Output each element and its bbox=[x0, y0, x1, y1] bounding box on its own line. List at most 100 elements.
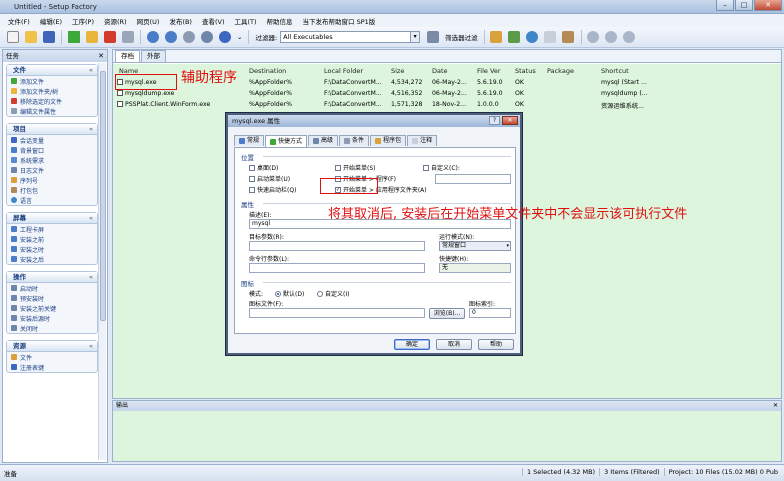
collapse-icon[interactable]: « bbox=[89, 341, 93, 352]
sidebar-item-screen-theme[interactable]: 工程卡屏 bbox=[7, 224, 97, 234]
sidebar-item-before-install[interactable]: 安装之前 bbox=[7, 234, 97, 244]
group-header[interactable]: 操作 « bbox=[7, 272, 97, 283]
sidebar-item-session-vars[interactable]: 会话变量 bbox=[7, 135, 97, 145]
run-mode-select[interactable]: 常规窗口 ▾ bbox=[439, 241, 511, 251]
target-args-field[interactable] bbox=[249, 241, 425, 251]
icon-file-field[interactable] bbox=[249, 308, 425, 318]
cmd-args-field[interactable] bbox=[249, 263, 425, 273]
menu-help[interactable]: 帮助信息 bbox=[263, 16, 297, 26]
undo-button[interactable] bbox=[144, 29, 161, 46]
tool-f-button[interactable] bbox=[585, 29, 602, 46]
checkbox-start-menu[interactable]: 开始菜单(S) bbox=[335, 163, 376, 172]
help-button[interactable] bbox=[216, 29, 233, 46]
menu-web[interactable]: 网页(U) bbox=[133, 16, 164, 26]
dialog-close-button[interactable]: ✕ bbox=[502, 116, 518, 125]
sidebar-item-requirements[interactable]: 系统需求 bbox=[7, 155, 97, 165]
sidebar-item-registry[interactable]: 注册表键 bbox=[7, 362, 97, 372]
sidebar-item-during-install[interactable]: 安装之时 bbox=[7, 244, 97, 254]
ok-button[interactable]: 确定 bbox=[394, 339, 430, 350]
col-local-folder[interactable]: Local Folder bbox=[324, 67, 363, 75]
tab-conditions[interactable]: 条件 bbox=[339, 135, 370, 146]
checkbox-quick-launch[interactable]: 快速启动栏(Q) bbox=[249, 185, 296, 194]
sidebar-item-log[interactable]: 日志文件 bbox=[7, 165, 97, 175]
filter-action[interactable]: 筛选器过滤 bbox=[445, 32, 478, 42]
sidebar-item-on-preinstall[interactable]: 预安装时 bbox=[7, 293, 97, 303]
radio-icon-custom[interactable]: 自定义(I) bbox=[317, 289, 349, 298]
redo-button[interactable] bbox=[162, 29, 179, 46]
save-project-button[interactable] bbox=[40, 29, 57, 46]
group-header[interactable]: 资源 « bbox=[7, 341, 97, 352]
close-icon[interactable]: ✕ bbox=[773, 401, 778, 411]
col-destination[interactable]: Destination bbox=[249, 67, 286, 75]
tab-archive[interactable]: 存档 bbox=[115, 50, 140, 62]
properties-button[interactable] bbox=[119, 29, 136, 46]
sidebar-item-remove-files[interactable]: 移除选定的文件 bbox=[7, 96, 97, 106]
sidebar-item-after-install[interactable]: 安装之后 bbox=[7, 254, 97, 264]
help-dialog-button[interactable]: 帮助 bbox=[478, 339, 514, 350]
menu-publish[interactable]: 发布(B) bbox=[165, 16, 196, 26]
add-folder-button[interactable] bbox=[83, 29, 100, 46]
sidebar-item-add-folder[interactable]: 添加文件夹/树 bbox=[7, 86, 97, 96]
col-package[interactable]: Package bbox=[547, 67, 574, 75]
collapse-icon[interactable]: « bbox=[89, 272, 93, 283]
tab-general[interactable]: 常规 bbox=[234, 135, 265, 146]
hotkey-field[interactable]: 无 bbox=[439, 263, 511, 273]
sidebar-item-edit-file-props[interactable]: 编辑文件属性 bbox=[7, 106, 97, 116]
tab-packages[interactable]: 程序包 bbox=[370, 135, 407, 146]
group-header[interactable]: 文件 « bbox=[7, 65, 97, 76]
custom-location-field[interactable] bbox=[435, 174, 511, 184]
toolbar-more[interactable]: ⌄ bbox=[237, 33, 242, 41]
tool-b-button[interactable] bbox=[506, 29, 523, 46]
sidebar-scrollbar[interactable] bbox=[98, 63, 106, 460]
tab-notes[interactable]: 注释 bbox=[407, 135, 438, 146]
filter-select[interactable]: All Executables ▾ bbox=[280, 31, 421, 43]
sidebar-item-on-shutdown[interactable]: 关闭时 bbox=[7, 323, 97, 333]
table-row[interactable]: mysqldump.exe %AppFolder% F:\DataConvert… bbox=[113, 88, 781, 99]
minimize-button[interactable]: – bbox=[716, 0, 734, 11]
new-project-button[interactable] bbox=[4, 29, 21, 46]
tool-g-button[interactable] bbox=[603, 29, 620, 46]
remove-file-button[interactable] bbox=[101, 29, 118, 46]
col-shortcut[interactable]: Shortcut bbox=[601, 67, 629, 75]
open-project-button[interactable] bbox=[22, 29, 39, 46]
menu-edit[interactable]: 编辑(E) bbox=[36, 16, 66, 26]
sidebar-item-on-startup[interactable]: 启动时 bbox=[7, 283, 97, 293]
dialog-help-button[interactable]: ? bbox=[489, 116, 500, 125]
build-button[interactable] bbox=[180, 29, 197, 46]
checkbox-custom[interactable]: 自定义(C): bbox=[423, 163, 460, 172]
sidebar-item-language[interactable]: 语言 bbox=[7, 195, 97, 205]
cancel-button[interactable]: 取消 bbox=[436, 339, 472, 350]
add-file-button[interactable] bbox=[65, 29, 82, 46]
icon-index-field[interactable]: 0 bbox=[469, 308, 511, 318]
sidebar-item-serial[interactable]: 序列号 bbox=[7, 175, 97, 185]
menu-view[interactable]: 查看(V) bbox=[198, 16, 229, 26]
sidebar-item-background[interactable]: 背景窗口 bbox=[7, 145, 97, 155]
checkbox-startup[interactable]: 启动菜单(U) bbox=[249, 174, 290, 183]
col-file-ver[interactable]: File Ver bbox=[477, 67, 501, 75]
group-header[interactable]: 项目 « bbox=[7, 124, 97, 135]
menu-tools[interactable]: 工具(T) bbox=[231, 16, 261, 26]
scroll-thumb[interactable] bbox=[100, 71, 106, 321]
table-row[interactable]: PSSPlat.Client.WinForm.exe %AppFolder% F… bbox=[113, 99, 781, 110]
menu-help-window[interactable]: 当下发布帮助窗口 SP1版 bbox=[299, 16, 380, 26]
collapse-icon[interactable]: « bbox=[89, 65, 93, 76]
group-header[interactable]: 屏幕 « bbox=[7, 213, 97, 224]
col-size[interactable]: Size bbox=[391, 67, 404, 75]
radio-icon-default[interactable]: 默认(D) bbox=[275, 289, 304, 298]
tool-c-button[interactable] bbox=[524, 29, 541, 46]
collapse-icon[interactable]: « bbox=[89, 124, 93, 135]
col-date[interactable]: Date bbox=[432, 67, 448, 75]
tool-a-button[interactable] bbox=[488, 29, 505, 46]
maximize-button[interactable]: □ bbox=[735, 0, 753, 11]
sidebar-item-add-files[interactable]: 添加文件 bbox=[7, 76, 97, 86]
sidebar-item-resource-files[interactable]: 文件 bbox=[7, 352, 97, 362]
col-status[interactable]: Status bbox=[515, 67, 536, 75]
sidebar-item-packages[interactable]: 打包包 bbox=[7, 185, 97, 195]
close-button[interactable]: ✕ bbox=[754, 0, 782, 11]
settings-button[interactable] bbox=[198, 29, 215, 46]
menu-resources[interactable]: 资源(R) bbox=[100, 16, 131, 26]
sidebar-item-before-key[interactable]: 安装之前关键 bbox=[7, 303, 97, 313]
close-icon[interactable]: ✕ bbox=[98, 50, 104, 62]
tool-d-button[interactable] bbox=[542, 29, 559, 46]
sidebar-item-post-install[interactable]: 安装后源时 bbox=[7, 313, 97, 323]
